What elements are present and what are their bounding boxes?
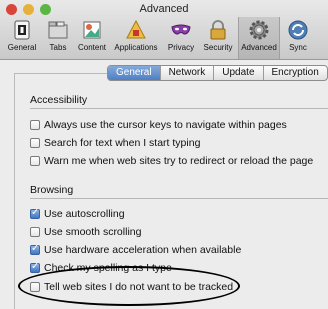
checkbox-autoscrolling[interactable] — [30, 207, 40, 219]
toolbar-item-label: Security — [203, 43, 233, 52]
toolbar-item-privacy[interactable]: Privacy — [165, 17, 197, 59]
option-label: Use smooth scrolling — [44, 226, 142, 238]
toolbar-item-sync[interactable]: Sync — [282, 17, 314, 59]
option-label: Check my spelling as I type — [44, 262, 172, 274]
window-title: Advanced — [139, 3, 189, 15]
option-label: Always use the cursor keys to navigate w… — [44, 119, 287, 131]
section-divider — [30, 198, 328, 199]
toolbar-item-label: Content — [77, 43, 107, 52]
option-label: Tell web sites I do not want to be track… — [44, 281, 234, 293]
toolbar-item-general[interactable]: General — [4, 17, 40, 59]
checkbox-smooth-scrolling[interactable] — [30, 227, 40, 237]
toolbar-item-tabs[interactable]: Tabs — [43, 17, 73, 59]
option-do-not-track[interactable]: Tell web sites I do not want to be track… — [30, 281, 233, 293]
checkbox-check-spelling[interactable] — [30, 261, 40, 273]
option-label: Warn me when web sites try to redirect o… — [44, 155, 314, 167]
option-smooth-scrolling[interactable]: Use smooth scrolling — [30, 226, 141, 238]
sync-icon — [288, 20, 308, 40]
option-autoscrolling[interactable]: Use autoscrolling — [30, 207, 125, 220]
checkbox-search-typing[interactable] — [30, 138, 40, 148]
toolbar-item-label: Applications — [114, 43, 158, 52]
accessibility-heading: Accessibility — [30, 94, 88, 106]
title-bar: Advanced General Tabs Content Applicatio… — [0, 0, 328, 60]
preferences-window: Advanced General Tabs Content Applicatio… — [0, 0, 328, 309]
option-label: Use hardware acceleration when available — [44, 244, 242, 256]
option-hardware-acceleration[interactable]: Use hardware acceleration when available — [30, 243, 242, 256]
option-check-spelling[interactable]: Check my spelling as I type — [30, 261, 172, 274]
toolbar-item-label: Advanced — [241, 43, 277, 52]
section-divider — [30, 108, 328, 109]
option-label: Search for text when I start typing — [44, 137, 201, 149]
option-search-typing[interactable]: Search for text when I start typing — [30, 137, 200, 149]
toolbar-item-content[interactable]: Content — [75, 17, 109, 59]
checkbox-warn-redirect[interactable] — [30, 156, 40, 166]
toolbar-item-advanced[interactable]: Advanced — [238, 17, 280, 59]
tab-network[interactable]: Network — [159, 66, 214, 80]
security-icon — [210, 20, 226, 40]
checkbox-do-not-track[interactable] — [30, 282, 40, 292]
option-cursor-keys[interactable]: Always use the cursor keys to navigate w… — [30, 119, 287, 131]
content-icon — [83, 21, 101, 39]
tab-update[interactable]: Update — [213, 66, 262, 80]
tabs-icon — [48, 21, 68, 39]
privacy-icon — [171, 24, 191, 35]
toolbar-item-label: Privacy — [167, 43, 195, 52]
toolbar-item-label: Sync — [289, 43, 307, 52]
tab-bar: General Network Update Encryption — [107, 65, 328, 81]
toolbar-item-label: Tabs — [49, 43, 67, 52]
applications-icon — [126, 19, 146, 39]
gear-icon — [249, 20, 269, 40]
preferences-toolbar: General Tabs Content Applications Privac… — [0, 17, 328, 59]
toolbar-item-security[interactable]: Security — [200, 17, 236, 59]
browsing-heading: Browsing — [30, 184, 74, 196]
tab-general[interactable]: General — [108, 66, 160, 80]
toolbar-item-applications[interactable]: Applications — [111, 17, 161, 59]
option-warn-redirect[interactable]: Warn me when web sites try to redirect o… — [30, 155, 313, 167]
toolbar-item-label: General — [7, 43, 37, 52]
checkbox-hardware-acceleration[interactable] — [30, 243, 40, 255]
tab-encryption[interactable]: Encryption — [262, 66, 327, 80]
checkbox-cursor-keys[interactable] — [30, 120, 40, 130]
option-label: Use autoscrolling — [44, 208, 125, 220]
general-icon — [14, 20, 30, 40]
